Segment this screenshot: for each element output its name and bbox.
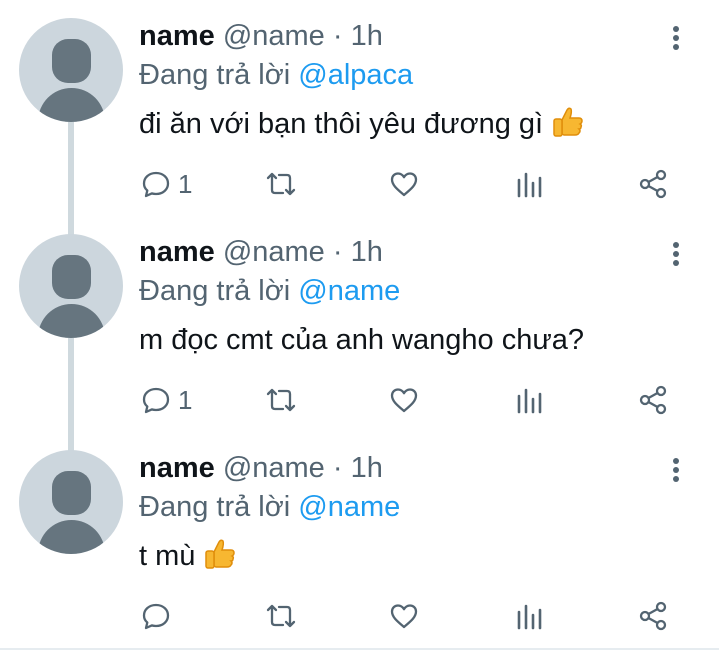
tweet[interactable]: name @name · 1h Đang trả lời @name m đọc… [0,216,719,432]
separator-dot: · [332,452,343,484]
reply-button[interactable]: 1 [140,382,192,418]
analytics-icon [517,172,542,198]
thumbs-up-icon [203,537,237,583]
share-icon [639,601,667,631]
tweet-actions: 1 [0,166,719,202]
replying-to-label: Đang trả lời [139,491,299,523]
analytics-icon [517,388,542,414]
analytics-icon [517,604,542,630]
replying-to-label: Đang trả lời [139,59,299,91]
tweet-text-content: m đọc cmt của anh wangho chưa? [139,324,584,356]
tweet-text-content: t mù [139,540,196,572]
user-handle[interactable]: @name [223,452,325,484]
heart-icon [390,604,418,629]
timestamp[interactable]: 1h [351,20,383,52]
heart-icon [390,388,418,413]
analytics-button[interactable] [514,382,544,418]
retweet-button[interactable] [264,166,298,202]
like-button[interactable] [388,166,420,202]
timestamp[interactable]: 1h [351,452,383,484]
share-button[interactable] [637,382,669,418]
like-button[interactable] [388,382,420,418]
retweet-icon [266,604,296,628]
tweet-text: t mù [139,535,237,583]
more-options-icon[interactable] [660,238,692,270]
analytics-button[interactable] [514,166,544,202]
replying-to: Đang trả lời @name [139,489,400,525]
more-options-icon[interactable] [660,454,692,486]
share-button[interactable] [637,166,669,202]
retweet-button[interactable] [264,382,298,418]
more-options-icon[interactable] [660,22,692,54]
tweet-text: đi ăn với bạn thôi yêu đương gì [139,103,585,151]
divider [0,648,719,650]
share-icon [639,385,667,415]
tweet-text-content: đi ăn với bạn thôi yêu đương gì [139,108,544,140]
mention-link[interactable]: @name [298,491,400,523]
display-name[interactable]: name [139,452,215,484]
replying-to: Đang trả lời @alpaca [139,57,413,93]
retweet-button[interactable] [264,598,298,634]
tweet-header: name @name · 1h [139,234,383,270]
retweet-icon [266,388,296,412]
reply-icon [142,171,170,198]
reply-button[interactable]: 1 [140,166,192,202]
like-button[interactable] [388,598,420,634]
mention-link[interactable]: @name [298,275,400,307]
tweet-header: name @name · 1h [139,450,383,486]
avatar[interactable] [19,234,123,338]
tweet[interactable]: name @name · 1h Đang trả lời @name t mù [0,432,719,648]
replying-to-label: Đang trả lời [139,275,299,307]
heart-icon [390,172,418,197]
avatar[interactable] [19,18,123,122]
avatar[interactable] [19,450,123,554]
replying-to: Đang trả lời @name [139,273,400,309]
display-name[interactable]: name [139,20,215,52]
mention-link[interactable]: @alpaca [298,59,413,91]
tweet[interactable]: name @name · 1h Đang trả lời @alpaca đi … [0,0,719,216]
tweet-text: m đọc cmt của anh wangho chưa? [139,319,584,361]
separator-dot: · [332,236,343,268]
share-button[interactable] [637,598,669,634]
user-handle[interactable]: @name [223,236,325,268]
retweet-icon [266,172,296,196]
user-handle[interactable]: @name [223,20,325,52]
tweet-actions: 1 [0,382,719,418]
tweet-header: name @name · 1h [139,18,383,54]
timestamp[interactable]: 1h [351,236,383,268]
reply-count: 1 [178,168,193,199]
display-name[interactable]: name [139,236,215,268]
thumbs-up-icon [551,105,585,151]
analytics-button[interactable] [514,598,544,634]
reply-count: 1 [178,384,193,415]
tweet-actions [0,598,719,634]
separator-dot: · [332,20,343,52]
reply-icon [142,387,170,414]
reply-button[interactable] [140,598,178,634]
share-icon [639,169,667,199]
reply-icon [142,603,170,630]
